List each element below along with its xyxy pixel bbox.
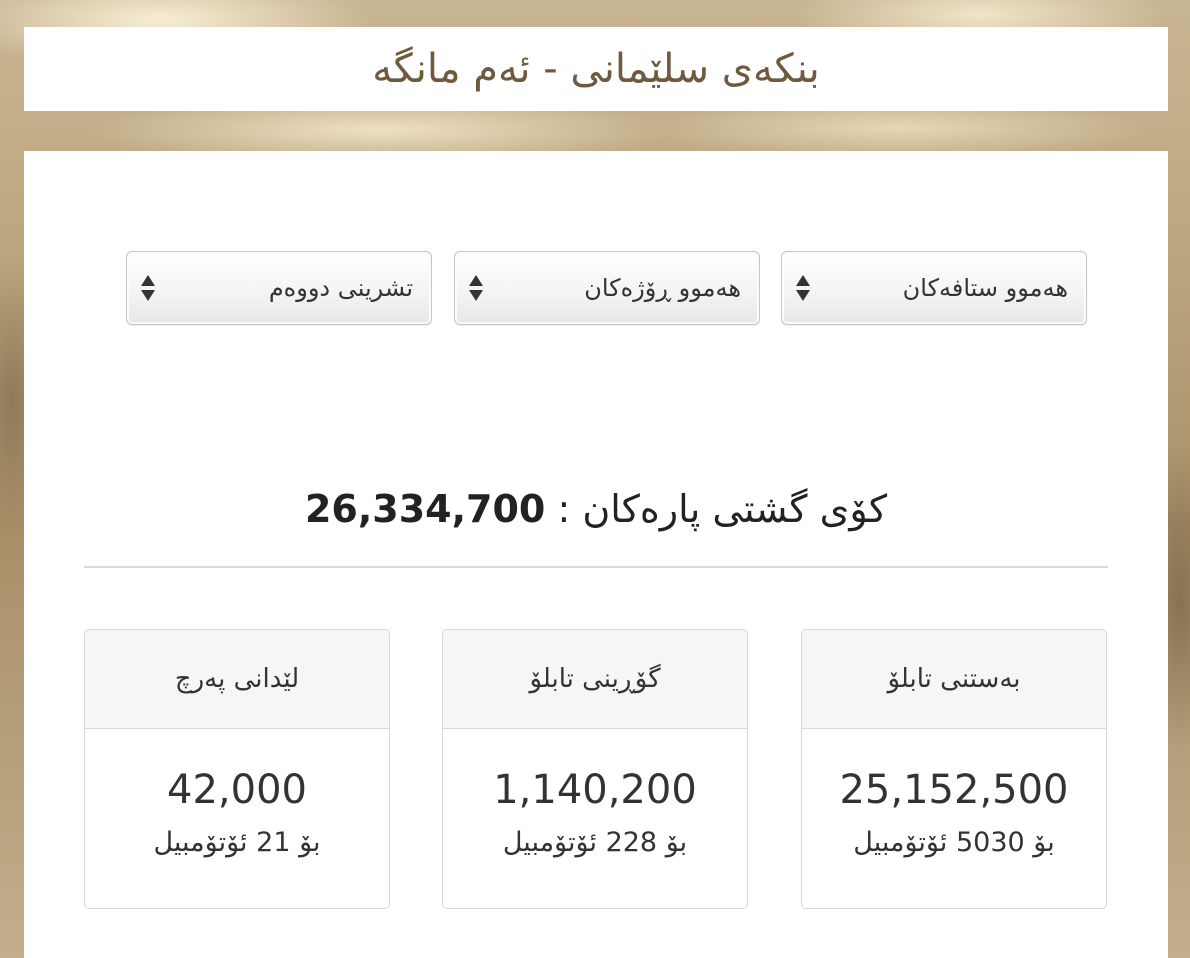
stat-card-count: بۆ 5030 ئۆتۆمبیل (853, 827, 1055, 858)
total-label: کۆی گشتی پارەکان : (557, 487, 888, 531)
page-title: بنکەی سلێمانی - ئەم مانگە (372, 46, 820, 92)
total-value: 26,334,700 (304, 487, 546, 531)
stat-card-value: 1,140,200 (493, 767, 697, 813)
days-select[interactable]: هەموو ڕۆژەکان (454, 251, 760, 325)
stat-card-count: بۆ 21 ئۆتۆمبیل (153, 827, 321, 858)
select-arrows-icon (788, 275, 818, 301)
stat-card-bumper-hit: لێدانی پەرچ 42,000 بۆ 21 ئۆتۆمبیل (84, 629, 390, 909)
total-summary: کۆی گشتی پارەکان : 26,334,700 (24, 487, 1168, 531)
staff-select-value: هەموو ستافەکان (902, 274, 1068, 302)
stat-card-value: 42,000 (167, 767, 307, 813)
title-bar: بنکەی سلێمانی - ئەم مانگە (24, 27, 1168, 111)
month-select-value: تشرینی دووەم (268, 274, 413, 302)
stat-card-title: گۆڕینی تابلۆ (443, 630, 747, 729)
select-arrows-icon (461, 275, 491, 301)
select-arrows-icon (133, 275, 163, 301)
stat-card-plate-closing: بەستنی تابلۆ 25,152,500 بۆ 5030 ئۆتۆمبیل (801, 629, 1107, 909)
divider (84, 566, 1108, 568)
main-panel: هەموو ستافەکان هەموو ڕۆژەکان تشرینی دووە… (24, 151, 1168, 958)
stat-card-plate-change: گۆڕینی تابلۆ 1,140,200 بۆ 228 ئۆتۆمبیل (442, 629, 748, 909)
stat-card-title: لێدانی پەرچ (85, 630, 389, 729)
staff-select[interactable]: هەموو ستافەکان (781, 251, 1087, 325)
days-select-value: هەموو ڕۆژەکان (584, 274, 741, 302)
month-select[interactable]: تشرینی دووەم (126, 251, 432, 325)
stat-card-count: بۆ 228 ئۆتۆمبیل (502, 827, 688, 858)
stat-card-value: 25,152,500 (839, 767, 1069, 813)
stat-card-title: بەستنی تابلۆ (802, 630, 1106, 729)
